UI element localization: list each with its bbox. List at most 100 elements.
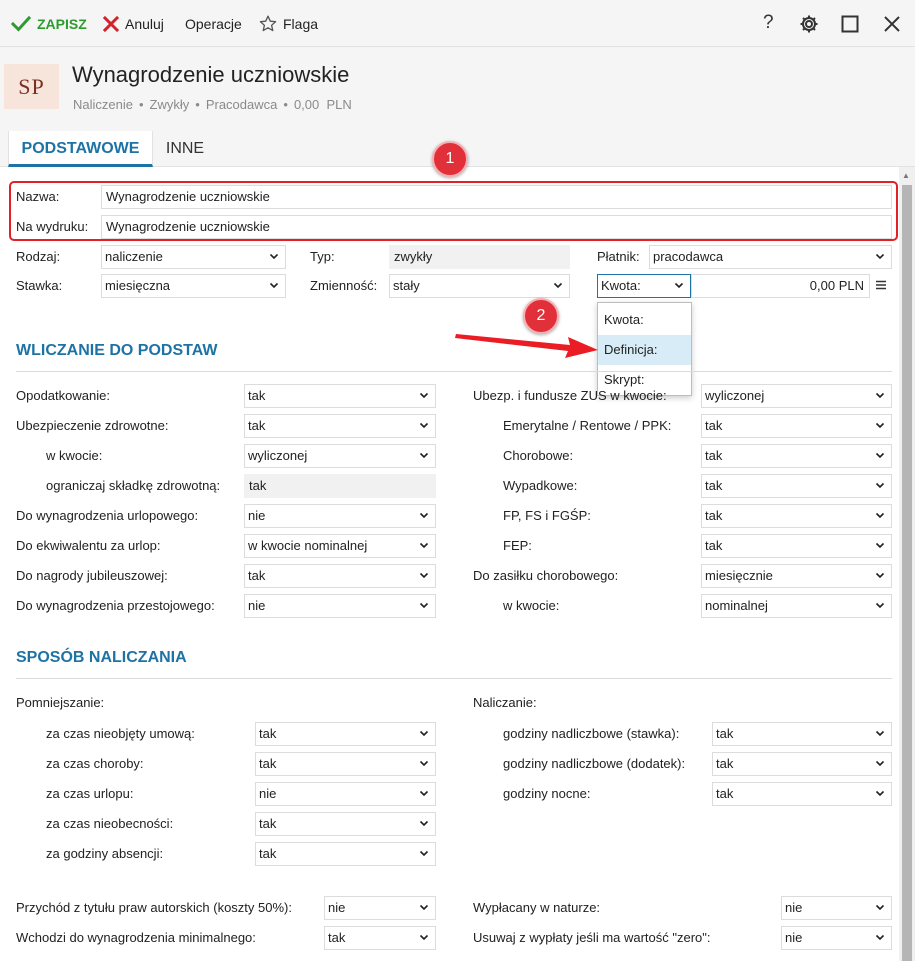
sickness-select[interactable]: tak [701,444,892,468]
chevron-down-icon [875,482,885,489]
maximize-icon[interactable] [841,15,859,33]
tab-basic[interactable]: PODSTAWOWE [8,131,153,167]
sick-benefit-amount-select[interactable]: nominalnej [701,594,892,618]
help-icon[interactable]: ? [763,12,774,34]
overtime-bonus-value: tak [716,756,734,771]
divider [16,678,892,679]
vacation-time-value: nie [259,786,277,801]
overtime-rate-select[interactable]: tak [712,722,892,746]
vacation-pay-select[interactable]: nie [244,504,436,528]
pension-value: tak [705,418,723,433]
health-insurance-value: tak [248,418,266,433]
chevron-down-icon [875,452,885,459]
amount-mode-dropdown: Kwota: Definicja: Skrypt: [597,302,692,396]
payer-select[interactable]: pracodawca [649,245,892,269]
pension-select[interactable]: tak [701,414,892,438]
night-hours-label: godziny nocne: [503,786,591,801]
in-kind-select[interactable]: nie [781,896,892,920]
overtime-rate-value: tak [716,726,734,741]
copyright-select[interactable]: nie [324,896,436,920]
downtime-select[interactable]: nie [244,594,436,618]
taxation-select[interactable]: tak [244,384,436,408]
vacation-pay-label: Do wynagrodzenia urlopowego: [16,508,199,523]
no-contract-value: tak [259,726,277,741]
overtime-rate-label: godziny nadliczbowe (stawka): [503,726,680,741]
limit-health-label: ograniczaj składkę zdrowotną: [46,478,221,493]
night-hours-select[interactable]: tak [712,782,892,806]
accident-label: Wypadkowe: [503,478,578,493]
health-insurance-select[interactable]: tak [244,414,436,438]
amount-mode-value: Kwota: [601,278,641,293]
chevron-down-icon [419,820,429,827]
gear-icon[interactable] [799,14,819,34]
in-kind-value: nie [785,900,803,915]
taxation-label: Opodatkowanie: [16,388,110,403]
vacation-pay-value: nie [248,508,266,523]
fep-select[interactable]: tak [701,534,892,558]
sickness-time-select[interactable]: tak [255,752,436,776]
accident-value: tak [705,478,723,493]
cancel-button[interactable]: Anuluj [103,0,164,47]
chevron-down-icon [419,542,429,549]
chevron-down-icon [875,790,885,797]
in-kind-label: Wypłacany w naturze: [473,900,601,915]
kind-select[interactable]: naliczenie [101,245,286,269]
absence-time-value: tak [259,816,277,831]
taxation-value: tak [248,388,266,403]
amount-mode-select[interactable]: Kwota: [597,274,691,298]
record-subtitle: Naliczenie • Zwykły • Pracodawca • 0,00 PLN [73,97,352,112]
scrollbar-thumb[interactable] [902,185,912,961]
tab-other[interactable]: INNE [153,131,217,167]
overtime-bonus-select[interactable]: tak [712,752,892,776]
subtitle-kind: Naliczenie [73,97,133,112]
menu-icon[interactable] [876,280,886,290]
close-window-icon[interactable] [883,15,901,33]
chevron-down-icon [875,760,885,767]
section-title-calculation: SPOSÓB NALICZANIA [16,649,187,666]
leave-equivalent-select[interactable]: w kwocie nominalnej [244,534,436,558]
page-title: Wynagrodzenie uczniowskie [72,62,350,87]
dropdown-option-amount[interactable]: Kwota: [598,305,691,335]
sick-benefit-select[interactable]: miesięcznie [701,564,892,588]
health-amount-label: w kwocie: [46,448,103,463]
minimum-wage-value: tak [328,930,346,945]
downtime-value: nie [248,598,266,613]
chevron-down-icon [419,904,429,911]
dropdown-option-definition[interactable]: Definicja: [598,335,691,365]
chevron-down-icon [875,730,885,737]
chevron-down-icon [419,392,429,399]
variability-select[interactable]: stały [389,274,570,298]
minimum-wage-select[interactable]: tak [324,926,436,950]
subtitle-payer: Pracodawca [205,97,278,112]
sickness-time-value: tak [259,756,277,771]
copyright-label: Przychód z tytułu praw autorskich (koszt… [16,900,292,915]
save-button[interactable]: ZAPISZ [11,0,87,47]
star-icon [259,15,277,32]
vacation-time-select[interactable]: nie [255,782,436,806]
scroll-up-icon[interactable]: ▲ [902,171,910,180]
reduction-heading: Pomniejszanie: [16,695,105,710]
absence-hours-value: tak [259,846,277,861]
save-label: ZAPISZ [37,15,87,32]
operations-button[interactable]: Operacje [185,0,242,47]
amount-input[interactable]: 0,00 PLN [691,274,870,298]
type-value: zwykły [389,245,570,269]
scrollbar[interactable]: ▲ [899,167,915,961]
absence-time-select[interactable]: tak [255,812,436,836]
sick-benefit-label: Do zasiłku chorobowego: [473,568,619,583]
remove-zero-select[interactable]: nie [781,926,892,950]
zus-amount-select[interactable]: wyliczonej [701,384,892,408]
jubilee-select[interactable]: tak [244,564,436,588]
health-amount-select[interactable]: wyliczonej [244,444,436,468]
rate-select[interactable]: miesięczna [101,274,286,298]
accident-select[interactable]: tak [701,474,892,498]
health-insurance-label: Ubezpieczenie zdrowotne: [16,418,169,433]
jubilee-value: tak [248,568,266,583]
payer-label: Płatnik: [597,249,640,264]
leave-equivalent-label: Do ekwiwalentu za urlop: [16,538,161,553]
flag-button[interactable]: Flaga [259,0,318,47]
no-contract-select[interactable]: tak [255,722,436,746]
funds-select[interactable]: tak [701,504,892,528]
chevron-down-icon [269,282,279,289]
absence-hours-select[interactable]: tak [255,842,436,866]
